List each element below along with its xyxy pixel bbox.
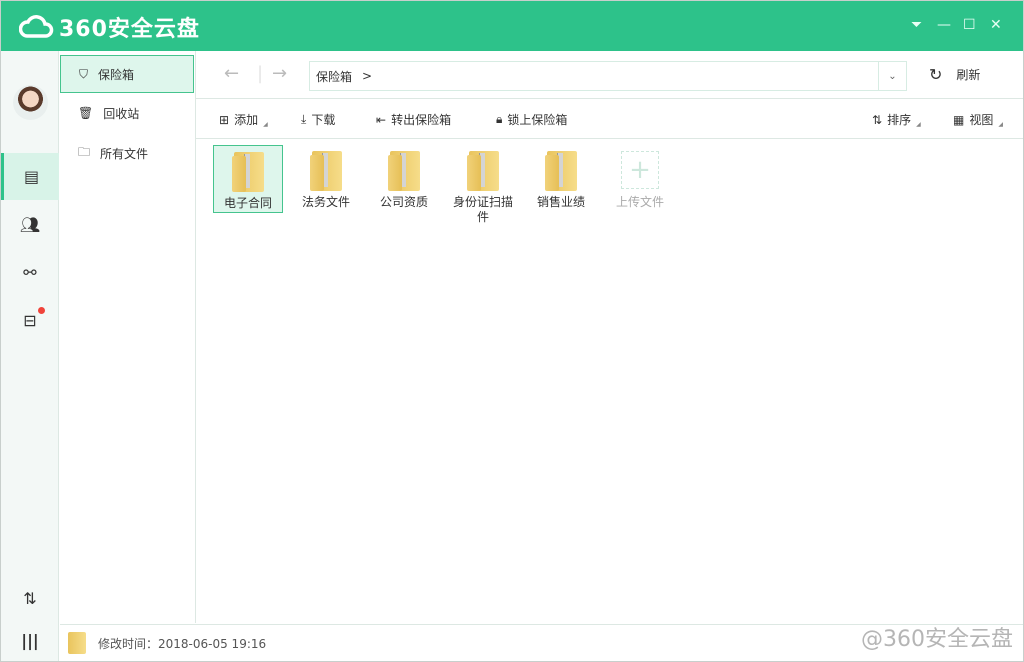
menu-dropdown-icon[interactable]: ⏷ (911, 17, 922, 33)
lock-vault-button[interactable]: 🔒︎ 锁上保险箱 (496, 111, 567, 128)
watermark: @360安全云盘 (861, 627, 1013, 652)
rail-files-icon[interactable]: ▤ (1, 153, 59, 200)
address-bar[interactable]: 保险箱 > ⌄ (309, 61, 907, 91)
back-button[interactable]: ← (224, 63, 239, 84)
refresh-button[interactable]: ↻ 刷新 (929, 65, 980, 84)
cloud-icon (19, 15, 54, 38)
refresh-icon: ↻ (929, 65, 943, 84)
chevron-down-icon[interactable]: ⌄ (878, 62, 906, 90)
forward-button[interactable]: → (272, 63, 287, 84)
nav-bar: ← | → 保险箱 > ⌄ ↻ 刷新 (196, 51, 1023, 99)
trash-icon: 🗑︎ (78, 106, 94, 120)
folder-icon (232, 150, 264, 192)
sort-button[interactable]: ⇅ 排序 ◢ (872, 111, 921, 129)
icon-rail: ▤ 👥︎ ⚯ ⊟ ⇅ ||| (1, 51, 59, 661)
add-folder-icon: ⊞ (219, 112, 230, 127)
folder-icon (545, 149, 577, 191)
folder-item[interactable]: 公司资质 (369, 145, 439, 213)
folder-icon: 🗀 (78, 144, 91, 159)
export-icon: ⇤ (376, 112, 387, 127)
dropdown-corner-icon: ◢ (998, 121, 1003, 128)
folder-icon (467, 149, 499, 191)
close-button[interactable]: ✕ (990, 17, 1002, 33)
app-logo: 360安全云盘 (19, 11, 200, 43)
shield-icon: ⛉ (79, 66, 89, 81)
folder-icon (68, 632, 86, 654)
grid-icon: ▦ (953, 112, 965, 127)
folder-item[interactable]: 电子合同 (213, 145, 283, 213)
transfer-icon[interactable]: ⇅ (1, 575, 59, 622)
toolbar: ⊞ 添加 ◢ ⤓ 下载 ⇤ 转出保险箱 🔒︎ 锁上保险箱 ⇅ 排序 ◢ ▦ 视图 ◢ (196, 99, 1023, 139)
dropdown-corner-icon: ◢ (263, 121, 268, 128)
sidebar-item-vault[interactable]: ⛉ 保险箱 (60, 55, 194, 93)
sort-icon: ⇅ (872, 112, 883, 127)
download-icon: ⤓ (301, 112, 307, 126)
add-button[interactable]: ⊞ 添加 ◢ (219, 111, 268, 129)
dropdown-corner-icon: ◢ (916, 121, 921, 128)
folder-icon (310, 149, 342, 191)
export-vault-button[interactable]: ⇤ 转出保险箱 (376, 111, 451, 128)
folder-item[interactable]: 身份证扫描件 (448, 145, 518, 224)
breadcrumb[interactable]: 保险箱 (316, 68, 352, 85)
lock-icon: 🔒︎ (496, 112, 503, 126)
folder-item[interactable]: 法务文件 (291, 145, 361, 213)
upload-file-button[interactable]: + 上传文件 (605, 145, 675, 213)
breadcrumb-separator[interactable]: > (362, 69, 372, 83)
view-button[interactable]: ▦ 视图 ◢ (953, 111, 1003, 129)
download-button[interactable]: ⤓ 下载 (301, 111, 335, 128)
nav-divider: | (257, 63, 264, 84)
plus-icon: + (621, 151, 659, 189)
folder-icon (388, 149, 420, 191)
title-bar: 360安全云盘 ⏷ — ☐ ✕ (1, 1, 1023, 51)
menu-icon[interactable]: ||| (1, 617, 59, 661)
maximize-button[interactable]: ☐ (963, 17, 976, 33)
avatar[interactable] (13, 85, 48, 120)
app-window: 360安全云盘 ⏷ — ☐ ✕ ▤ 👥︎ ⚯ ⊟ ⇅ ||| ⛉ 保险箱 🗑︎ 回收… (0, 0, 1024, 662)
minimize-button[interactable]: — (937, 17, 951, 33)
sidebar-item-recycle[interactable]: 🗑︎ 回收站 (60, 94, 194, 132)
modified-time: 修改时间：2018-06-05 19:16 (98, 636, 267, 651)
sidebar-item-all-files[interactable]: 🗀 所有文件 (60, 134, 194, 172)
sub-sidebar: ⛉ 保险箱 🗑︎ 回收站 🗀 所有文件 (60, 51, 196, 623)
folder-item[interactable]: 销售业绩 (526, 145, 596, 213)
rail-contacts-icon[interactable]: 👥︎ (1, 201, 59, 248)
rail-share-icon[interactable]: ⚯ (1, 249, 59, 296)
notification-dot (38, 307, 45, 314)
rail-box-icon[interactable]: ⊟ (1, 297, 59, 344)
